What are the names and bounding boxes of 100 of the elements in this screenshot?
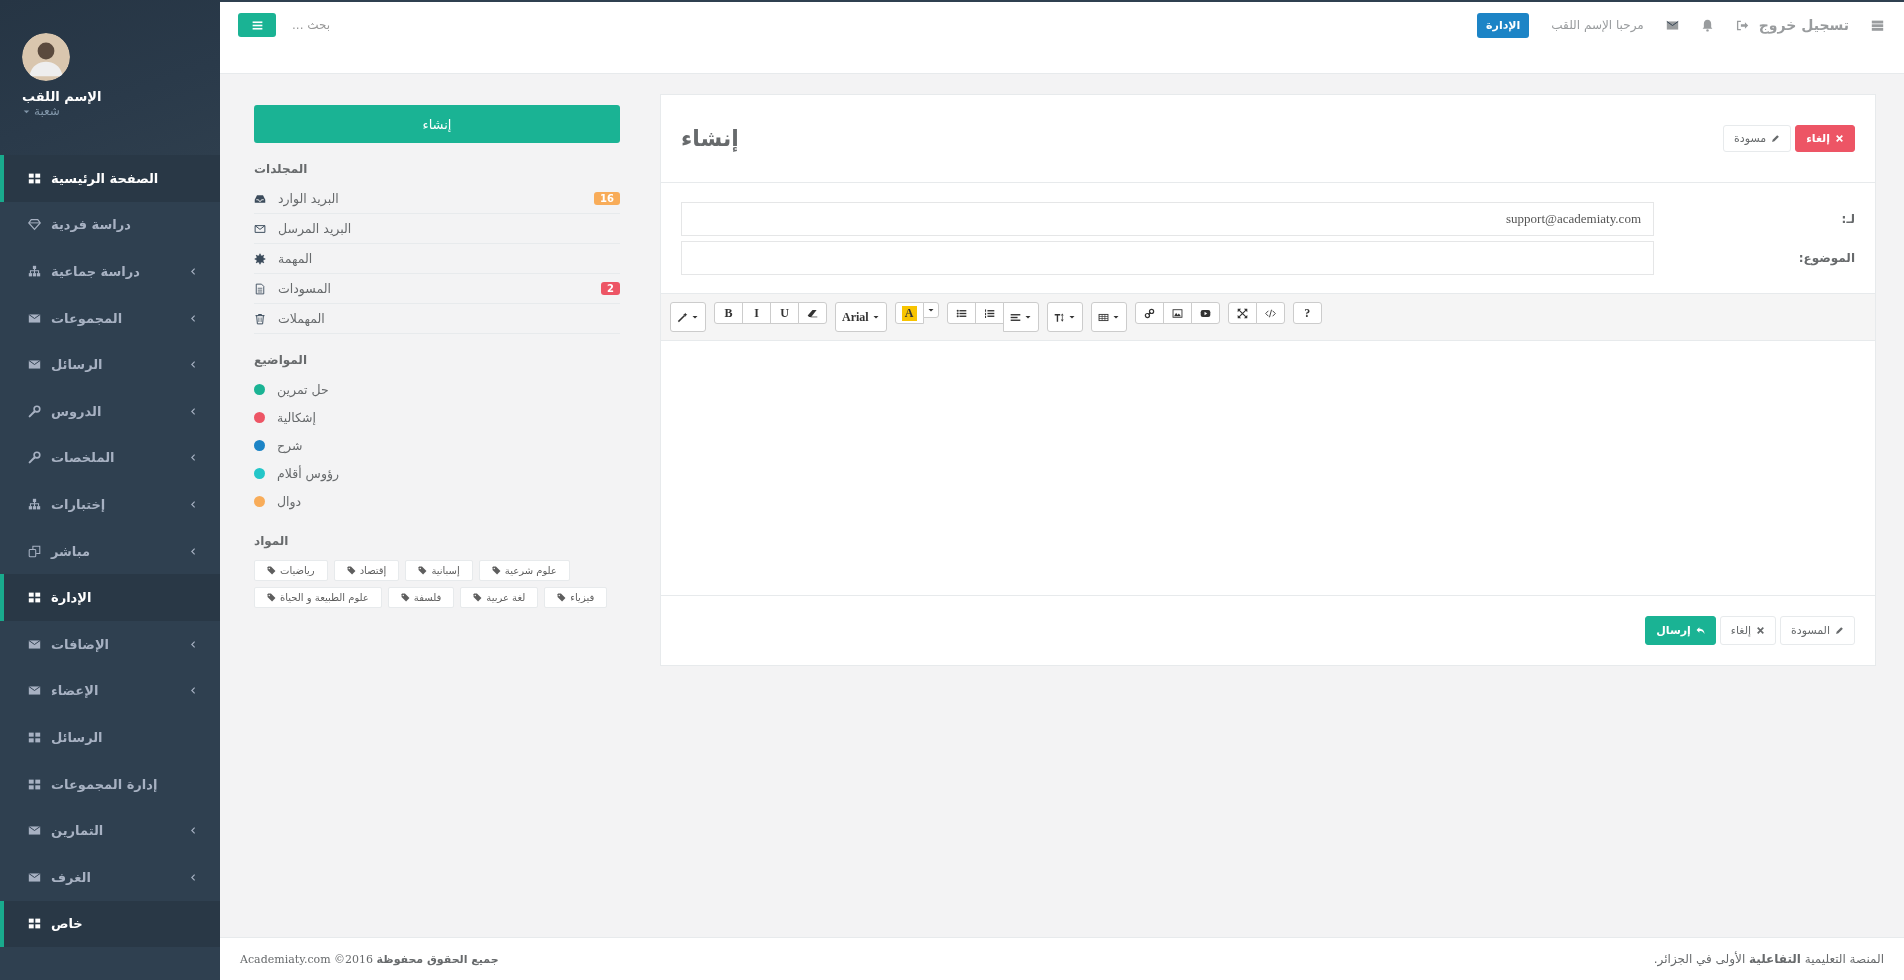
section-heading: المجلدات — [254, 162, 309, 176]
folder-item[interactable]: المهملات — [254, 304, 620, 334]
align-button[interactable] — [1002, 302, 1039, 332]
envelope-icon — [28, 358, 41, 372]
format-button[interactable]: ? — [1292, 302, 1322, 324]
topic-label[interactable]: حل تمرين — [277, 381, 329, 397]
count-badge: 2 — [601, 282, 620, 295]
cancel-button[interactable]: إلغاء — [1719, 616, 1777, 645]
nav-item[interactable]: الملخصات — [0, 434, 220, 482]
nav-item[interactable]: الدروس — [0, 387, 220, 435]
subject-tag[interactable]: إقتصاد — [333, 560, 400, 581]
admin-button[interactable]: الإدارة — [1477, 12, 1530, 38]
nav-item[interactable]: الإدارة — [0, 574, 220, 621]
subject-tag[interactable]: فلسفة — [387, 587, 455, 608]
nav-item[interactable]: مباشر — [0, 527, 220, 575]
profile-role[interactable]: شعبة — [34, 104, 60, 118]
close-icon — [1835, 134, 1844, 143]
magic-wand-button[interactable] — [670, 302, 706, 332]
input-field[interactable]: support@academiaty.com — [681, 202, 1654, 236]
image-icon — [1171, 307, 1183, 319]
reply-icon — [1695, 626, 1705, 635]
nav-item[interactable]: الرسائل — [0, 341, 220, 388]
folder-item[interactable]: المهمة — [254, 244, 620, 274]
code-icon — [1264, 307, 1276, 319]
subject-tag[interactable]: لغة عربية — [460, 587, 539, 608]
subject-tag[interactable]: علوم الطبيعة و الحياة — [254, 587, 382, 608]
link-button[interactable] — [1134, 302, 1164, 324]
avatar — [22, 33, 70, 81]
gear-icon — [254, 252, 266, 265]
tag-icon — [491, 566, 501, 575]
tag-icon — [557, 593, 567, 602]
nav-item[interactable]: المجموعات — [0, 294, 220, 342]
nav-item[interactable]: الرسائل — [0, 714, 220, 761]
send-button[interactable]: إرسال — [1645, 616, 1716, 645]
format-button[interactable]: U — [770, 302, 799, 324]
numbered-list-button[interactable] — [974, 302, 1004, 324]
subject-tag[interactable]: إسبانية — [405, 560, 473, 581]
search-field[interactable]: بحث ... — [290, 17, 494, 33]
expand-button[interactable] — [1227, 302, 1257, 324]
nav-item[interactable]: إدارة المجموعات — [0, 760, 220, 808]
field-label: لـ: — [1840, 212, 1855, 226]
eraser-icon — [807, 307, 818, 319]
cancel-button[interactable]: إلغاء — [1795, 125, 1855, 152]
envelope-icon[interactable] — [1665, 18, 1679, 32]
topic-label[interactable]: دوال — [277, 493, 302, 509]
nav-item[interactable]: الإضافات — [0, 620, 220, 668]
text-height-button[interactable] — [1046, 302, 1083, 332]
eraser-button[interactable] — [798, 302, 827, 324]
menu-icon — [250, 18, 264, 32]
draft-button[interactable]: المسودة — [1780, 616, 1855, 645]
subject-tag[interactable]: رياضيات — [254, 560, 328, 581]
section-heading: المواد — [254, 534, 290, 548]
inbox-icon — [254, 192, 266, 205]
tag-icon — [267, 593, 276, 602]
nav-item[interactable]: الصفحة الرئيسية — [0, 155, 220, 202]
tag-icon — [267, 566, 276, 575]
bullet-list-button[interactable] — [946, 302, 976, 324]
grid-icon — [28, 171, 41, 185]
table-icon — [1097, 311, 1109, 323]
folder-item[interactable]: البريد المرسل — [254, 214, 620, 244]
envelope-icon — [254, 222, 266, 235]
code-button[interactable] — [1255, 302, 1285, 324]
nav-item[interactable]: دراسة جماعية — [0, 248, 220, 295]
server-icon[interactable] — [1871, 18, 1884, 32]
bell-icon[interactable] — [1700, 18, 1714, 32]
field-label: الموضوع: — [1797, 251, 1855, 265]
menu-button[interactable] — [238, 13, 276, 37]
draft-button[interactable]: مسودة — [1723, 125, 1792, 152]
subject-tag[interactable]: علوم شرعية — [478, 560, 570, 581]
nav-item[interactable]: التمارين — [0, 807, 220, 854]
table-button[interactable] — [1090, 302, 1127, 332]
nav-item[interactable]: الإعضاء — [0, 667, 220, 715]
nav-item[interactable]: إختبارات — [0, 481, 220, 528]
logout-link[interactable]: تسجيل خروج — [1735, 17, 1849, 33]
image-button[interactable] — [1162, 302, 1192, 324]
video-button[interactable] — [1190, 302, 1220, 324]
topic-label[interactable]: شرح — [277, 437, 303, 453]
envelope-icon — [28, 824, 41, 838]
topic-label[interactable]: إشكالية — [277, 409, 316, 425]
section-heading: المواضيع — [254, 353, 308, 367]
caret-icon — [926, 306, 935, 314]
compose-button[interactable]: إنشاء — [254, 105, 620, 143]
format-button[interactable]: Arial — [835, 302, 887, 332]
pencil-icon — [1835, 626, 1844, 635]
input-field[interactable] — [681, 241, 1654, 275]
grid-icon — [28, 591, 41, 605]
subject-tag[interactable]: فيزياء — [544, 587, 608, 608]
diamond-icon — [28, 218, 41, 232]
expand-icon — [1236, 307, 1248, 319]
nav-item[interactable]: الغرف — [0, 853, 220, 901]
nav-item[interactable]: دراسة فردية — [0, 201, 220, 249]
link-icon — [1143, 307, 1155, 319]
nav-item[interactable]: خاص — [0, 900, 220, 948]
magic-wand-icon — [677, 311, 688, 323]
text-color-button[interactable]: A — [894, 302, 924, 324]
align-icon — [1009, 311, 1021, 323]
format-button[interactable]: I — [742, 302, 771, 324]
format-button[interactable]: B — [714, 302, 743, 324]
envelope-icon — [28, 637, 41, 651]
topic-label[interactable]: رؤوس أقلام — [277, 465, 339, 481]
